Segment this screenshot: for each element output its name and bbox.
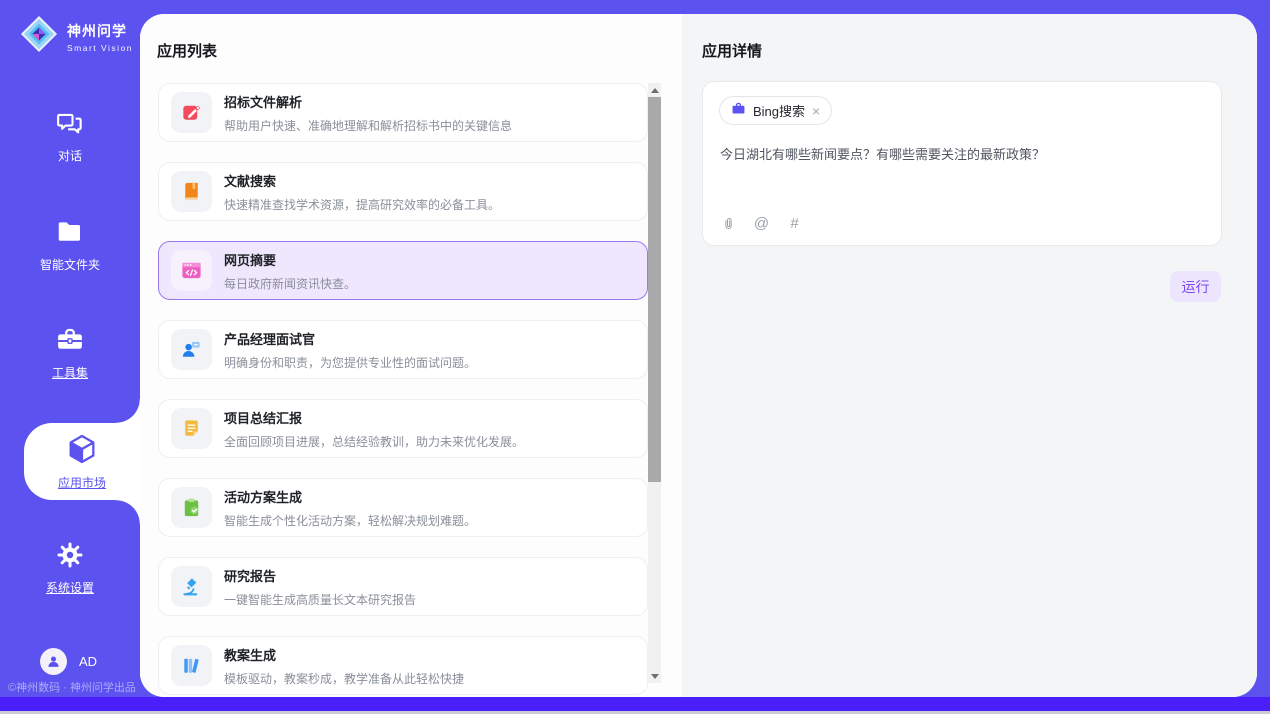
query-input[interactable]: 今日湖北有哪些新闻要点？有哪些需要关注的最新政策？ <box>720 145 1205 165</box>
app-description: 快速精准查找学术资源，提高研究效率的必备工具。 <box>224 196 500 213</box>
app-card-research-report[interactable]: 研究报告 一键智能生成高质量长文本研究报告 <box>158 557 648 616</box>
user-avatar-icon <box>40 648 67 675</box>
sidebar-item-label: 系统设置 <box>46 579 94 596</box>
book-icon <box>171 171 212 212</box>
app-title: 教案生成 <box>224 645 464 664</box>
app-card-event-plan[interactable]: 活动方案生成 智能生成个性化活动方案，轻松解决规划难题。 <box>158 478 648 537</box>
brand-logo: 神州问学 Smart Vision <box>20 15 133 58</box>
paperclip-icon[interactable] <box>720 215 737 232</box>
app-description: 每日政府新闻资讯快查。 <box>224 275 356 292</box>
app-card-literature-search[interactable]: 文献搜索 快速精准查找学术资源，提高研究效率的必备工具。 <box>158 162 648 221</box>
app-description: 一键智能生成高质量长文本研究报告 <box>224 591 416 608</box>
books-icon <box>171 645 212 686</box>
note-icon <box>171 408 212 449</box>
cube-icon <box>65 432 99 471</box>
main-content: 应用列表 招标文件解析 帮助用户快速、准确地理解和解析招标书中的关键信息 <box>140 14 1257 697</box>
app-description: 全面回顾项目进展，总结经验教训，助力未来优化发展。 <box>224 433 524 450</box>
tool-tag-label: Bing搜索 <box>753 101 805 120</box>
app-detail-title: 应用详情 <box>702 40 762 61</box>
app-title: 产品经理面试官 <box>224 329 476 348</box>
brand-name: 神州问学 <box>67 21 133 41</box>
clipboard-check-icon <box>171 487 212 528</box>
app-detail-panel: 应用详情 Bing搜索 × 今日湖北有哪些新闻要点？有哪些需要关注的最新政策？ <box>682 14 1257 697</box>
interviewer-icon <box>171 329 212 370</box>
sidebar-item-app-market[interactable]: 应用市场 <box>24 423 140 500</box>
composer-toolbar: @ # <box>720 215 803 232</box>
app-list-title: 应用列表 <box>157 40 217 61</box>
triangle-up-icon <box>651 88 659 93</box>
mention-icon[interactable]: @ <box>753 215 770 232</box>
app-card-web-summary[interactable]: 网页摘要 每日政府新闻资讯快查。 <box>158 241 648 300</box>
app-card-lesson-plan[interactable]: 教案生成 模板驱动，教案秒成，教学准备从此轻松快捷 <box>158 636 648 695</box>
diamond-logo-icon <box>20 15 58 58</box>
sidebar-item-settings[interactable]: 系统设置 <box>0 540 140 596</box>
sidebar-item-label: 工具集 <box>52 364 88 381</box>
user-account[interactable]: AD <box>40 648 97 675</box>
brand-subtitle: Smart Vision <box>67 43 133 53</box>
bottom-accent-bar <box>0 697 1270 711</box>
app-description: 明确身份和职责，为您提供专业性的面试问题。 <box>224 354 476 371</box>
tool-tag-bing-search[interactable]: Bing搜索 × <box>719 96 832 125</box>
briefcase-icon <box>731 101 746 121</box>
run-button[interactable]: 运行 <box>1170 271 1221 302</box>
app-title: 活动方案生成 <box>224 487 476 506</box>
user-initials: AD <box>79 654 97 669</box>
app-description: 帮助用户快速、准确地理解和解析招标书中的关键信息 <box>224 117 512 134</box>
composer-card[interactable]: Bing搜索 × 今日湖北有哪些新闻要点？有哪些需要关注的最新政策？ @ # <box>702 81 1222 246</box>
sidebar: 神州问学 Smart Vision 对话 智能文件夹 <box>0 0 140 714</box>
app-card-bid-document-analysis[interactable]: 招标文件解析 帮助用户快速、准确地理解和解析招标书中的关键信息 <box>158 83 648 142</box>
app-description: 智能生成个性化活动方案，轻松解决规划难题。 <box>224 512 476 529</box>
app-title: 文献搜索 <box>224 171 500 190</box>
sidebar-item-label: 智能文件夹 <box>40 256 100 273</box>
sidebar-item-chat[interactable]: 对话 <box>0 108 140 164</box>
app-description: 模板驱动，教案秒成，教学准备从此轻松快捷 <box>224 670 464 687</box>
document-edit-icon <box>171 92 212 133</box>
app-title: 网页摘要 <box>224 250 356 269</box>
app-card-pm-interviewer[interactable]: 产品经理面试官 明确身份和职责，为您提供专业性的面试问题。 <box>158 320 648 379</box>
folder-icon <box>55 217 85 252</box>
sidebar-item-label: 应用市场 <box>58 474 106 491</box>
close-icon[interactable]: × <box>812 104 820 118</box>
toolbox-icon <box>55 325 85 360</box>
hash-icon[interactable]: # <box>786 215 803 232</box>
browser-code-icon <box>171 250 212 291</box>
scrollbar-thumb[interactable] <box>648 97 661 482</box>
app-window: 神州问学 Smart Vision 对话 智能文件夹 <box>0 0 1270 714</box>
chat-icon <box>55 108 85 143</box>
sidebar-item-label: 对话 <box>58 147 82 164</box>
scroll-up-button[interactable] <box>648 83 661 97</box>
scroll-down-button[interactable] <box>648 669 661 683</box>
app-list-panel: 应用列表 招标文件解析 帮助用户快速、准确地理解和解析招标书中的关键信息 <box>140 14 682 697</box>
app-card-project-summary[interactable]: 项目总结汇报 全面回顾项目进展，总结经验教训，助力未来优化发展。 <box>158 399 648 458</box>
gear-icon <box>55 540 85 575</box>
app-title: 招标文件解析 <box>224 92 512 111</box>
sidebar-item-smart-folder[interactable]: 智能文件夹 <box>0 217 140 273</box>
sidebar-item-toolset[interactable]: 工具集 <box>0 325 140 381</box>
app-title: 研究报告 <box>224 566 416 585</box>
triangle-down-icon <box>651 674 659 679</box>
microscope-icon <box>171 566 212 607</box>
app-title: 项目总结汇报 <box>224 408 524 427</box>
copyright-text: ©神州数码 · 神州问学出品 <box>8 679 136 695</box>
app-card-list: 招标文件解析 帮助用户快速、准确地理解和解析招标书中的关键信息 文献搜索 <box>158 83 648 697</box>
app-list-scrollbar[interactable] <box>648 83 661 683</box>
